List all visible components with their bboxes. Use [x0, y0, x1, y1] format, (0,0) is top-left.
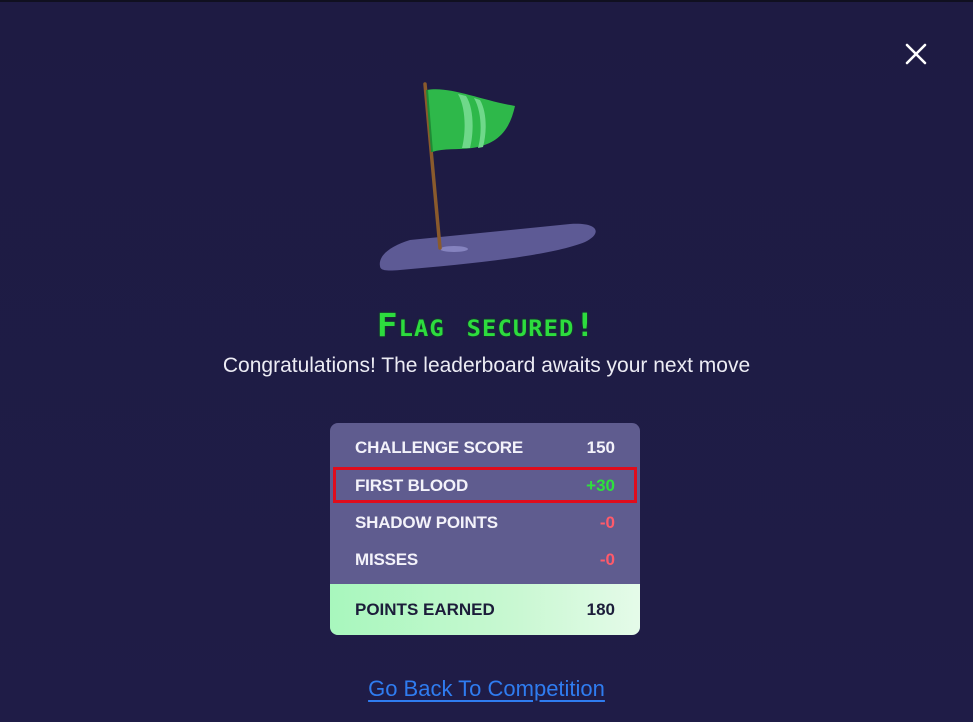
total-value: 180: [586, 599, 615, 619]
row-value: -0: [599, 549, 615, 569]
row-label: SHADOW POINTS: [355, 512, 498, 532]
score-row-challenge: CHALLENGE SCORE 150: [330, 429, 640, 466]
close-button[interactable]: [900, 38, 932, 70]
row-value: 150: [586, 437, 615, 457]
page-subtitle: Congratulations! The leaderboard awaits …: [222, 354, 751, 377]
flag-secured-dialog: Flag secured! Congratulations! The leade…: [0, 0, 973, 722]
row-label: MISSES: [355, 549, 419, 569]
close-icon: [905, 43, 927, 65]
page-title: Flag secured!: [376, 306, 597, 344]
row-label: CHALLENGE SCORE: [355, 437, 523, 457]
total-label: POINTS EARNED: [355, 599, 495, 619]
go-back-to-competition-link[interactable]: Go Back To Competition: [0, 676, 973, 702]
score-row-misses: MISSES -0: [330, 541, 640, 578]
points-earned-row: POINTS EARNED 180: [330, 584, 640, 635]
flag-on-green-icon: [379, 82, 596, 271]
score-row-shadow-points: SHADOW POINTS -0: [330, 504, 640, 541]
first-blood-highlight: [333, 467, 637, 503]
row-value: -0: [599, 512, 615, 532]
score-card: CHALLENGE SCORE 150 FIRST BLOOD +30 SHAD…: [330, 423, 640, 635]
top-border: [0, 0, 973, 2]
flag-illustration: [370, 78, 610, 278]
